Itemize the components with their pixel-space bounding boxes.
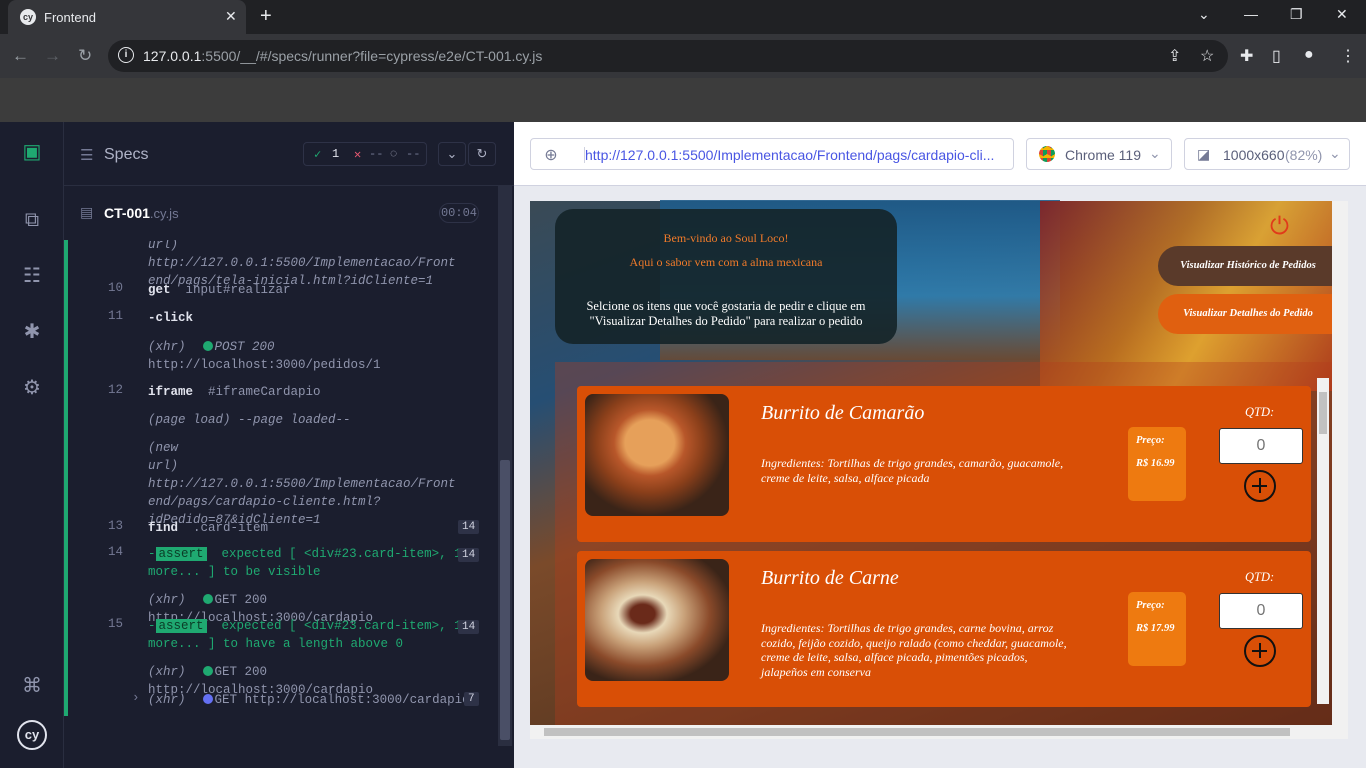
reload-icon[interactable]: ↻ <box>78 46 92 66</box>
logout-icon[interactable]: ⏻ <box>1270 213 1304 241</box>
share-icon[interactable]: ⇪ <box>1168 46 1181 66</box>
collapse-chevron-icon[interactable]: ⌄ <box>438 142 466 166</box>
viewport-size: 1000x660 <box>1223 147 1285 163</box>
tab-close-icon[interactable]: ✕ <box>225 8 237 25</box>
minimize-icon[interactable]: — <box>1244 6 1258 22</box>
cypress-logo-icon: cy <box>17 720 47 750</box>
aut-url: http://127.0.0.1:5500/Implementacao/Fron… <box>584 147 1004 163</box>
failed-x-icon: ✕ <box>354 148 362 162</box>
chrome-logo-icon <box>1039 146 1055 162</box>
menu-scrollbar[interactable] <box>1317 378 1329 704</box>
cypress-favicon-icon: cy <box>20 9 36 25</box>
extensions-icon[interactable]: ✚ <box>1240 46 1253 66</box>
menu-scroll-thumb[interactable] <box>1319 392 1327 434</box>
profile-avatar-icon[interactable]: ● <box>1304 46 1314 64</box>
item-price-box: Preço: R$ 17.99 <box>1128 592 1186 666</box>
spec-file-name[interactable]: CT-001.cy.js <box>104 205 179 221</box>
item-price: R$ 17.99 <box>1136 623 1175 634</box>
view-history-button[interactable]: Visualizar Histórico de Pedidos <box>1158 246 1338 286</box>
menu-kebab-icon[interactable]: ⋮ <box>1340 46 1356 66</box>
close-window-icon[interactable]: ✕ <box>1336 6 1348 23</box>
viewport-scale: (82%) <box>1285 147 1323 163</box>
expand-chevron-icon[interactable]: › <box>132 691 140 705</box>
bookmark-star-icon[interactable]: ☆ <box>1200 46 1214 66</box>
welcome-subtitle: Aqui o sabor vem com a alma mexicana <box>629 255 823 269</box>
item-name: Burrito de Carne <box>761 567 899 589</box>
address-url: 127.0.0.1:5500/__/#/specs/runner?file=cy… <box>143 48 543 64</box>
cypress-sidebar: ▣ ⧉ ☷ ✱ ⚙ ⌘ cy <box>0 122 64 768</box>
address-bar[interactable]: i 127.0.0.1:5500/__/#/specs/runner?file=… <box>108 40 1228 72</box>
element-count-badge: 7 <box>464 692 479 706</box>
price-label: Preço: <box>1136 435 1165 446</box>
welcome-title: Bem-vindo ao Soul Loco! <box>663 231 789 245</box>
element-count-badge: 14 <box>458 620 480 634</box>
command-log: url) http://127.0.0.1:5500/Implementacao… <box>64 240 480 716</box>
browser-tab[interactable]: cy Frontend ✕ <box>8 0 246 34</box>
view-order-details-button[interactable]: Visualizar Detalhes do Pedido <box>1158 294 1338 334</box>
price-label: Preço: <box>1136 600 1165 611</box>
card-item: Burrito de Camarão Ingredientes: Tortilh… <box>577 386 1311 542</box>
spec-file-icon: ▤ <box>80 204 94 220</box>
specs-title[interactable]: Specs <box>104 146 148 164</box>
viewport-selector[interactable]: ◪ 1000x660 (82%) ⌄ <box>1184 138 1350 170</box>
qty-label: QTD: <box>1245 570 1275 584</box>
new-tab-icon[interactable]: + <box>260 5 272 28</box>
item-name: Burrito de Camarão <box>761 402 925 424</box>
selector-playground-icon[interactable]: ⊕ <box>541 145 561 165</box>
add-item-plus-icon[interactable] <box>1244 635 1276 667</box>
keyboard-shortcuts-icon[interactable]: ⌘ <box>20 674 44 698</box>
card-item: Burrito de Carne Ingredientes: Tortilhas… <box>577 551 1311 707</box>
aut-hscroll-thumb[interactable] <box>544 728 1290 736</box>
site-info-icon[interactable]: i <box>118 47 134 63</box>
qty-label: QTD: <box>1245 405 1275 419</box>
aut-vertical-scrollbar[interactable] <box>1332 201 1348 739</box>
item-price-box: Preço: R$ 16.99 <box>1128 427 1186 501</box>
back-icon[interactable]: ← <box>12 46 29 66</box>
burrito-shrimp-image <box>585 394 729 516</box>
passed-check-icon: ✓ <box>314 148 322 162</box>
forward-icon[interactable]: → <box>44 46 61 66</box>
element-count-badge: 14 <box>458 520 480 534</box>
browser-name: Chrome 119 <box>1065 147 1142 163</box>
chevron-down-icon: ⌄ <box>1149 145 1161 161</box>
settings-gear-icon[interactable]: ⚙ <box>20 376 44 400</box>
browser-selector[interactable]: Chrome 119 ⌄ <box>1026 138 1172 170</box>
burrito-beef-image <box>585 559 729 681</box>
viewport-icon: ◪ <box>1197 146 1211 162</box>
item-price: R$ 16.99 <box>1136 458 1175 469</box>
passed-count: 1 <box>332 147 340 161</box>
add-item-plus-icon[interactable] <box>1244 470 1276 502</box>
window-gap <box>0 78 1366 122</box>
specs-nav-icon[interactable]: ⧉ <box>20 208 44 232</box>
pending-icon: ◌ <box>390 147 398 161</box>
aut-horizontal-scrollbar[interactable] <box>530 725 1332 739</box>
test-stats: ✓ 1 ✕ -- ◌ -- <box>303 142 427 166</box>
qty-input[interactable]: 0 <box>1219 428 1303 464</box>
tab-search-icon[interactable]: ⌄ <box>1198 6 1210 23</box>
aut-url-bar[interactable]: ⊕ http://127.0.0.1:5500/Implementacao/Fr… <box>530 138 1014 170</box>
specs-list-icon[interactable]: ☰ <box>80 146 93 164</box>
debug-nav-icon[interactable]: ✱ <box>20 320 44 344</box>
pending-count: -- <box>406 147 421 161</box>
qty-input[interactable]: 0 <box>1219 593 1303 629</box>
tab-title: Frontend <box>44 10 97 25</box>
element-count-badge: 14 <box>458 548 480 562</box>
item-ingredients: Ingredientes: Tortilhas de trigo grandes… <box>761 621 1067 679</box>
chevron-down-icon: ⌄ <box>1329 145 1341 161</box>
failed-count: -- <box>369 147 384 161</box>
spec-duration: 00:04 <box>439 203 479 223</box>
rerun-icon[interactable]: ↻ <box>468 142 496 166</box>
side-panel-icon[interactable]: ▯ <box>1272 46 1281 66</box>
runs-nav-icon[interactable]: ☷ <box>20 264 44 288</box>
item-ingredients: Ingredientes: Tortilhas de trigo grandes… <box>761 456 1064 485</box>
reporter-scroll-thumb[interactable] <box>500 460 510 740</box>
restore-icon[interactable]: ❐ <box>1290 6 1303 23</box>
runner-logo-icon[interactable]: ▣ <box>20 140 44 164</box>
welcome-instructions: Selcione os itens que você gostaria de p… <box>586 299 866 328</box>
